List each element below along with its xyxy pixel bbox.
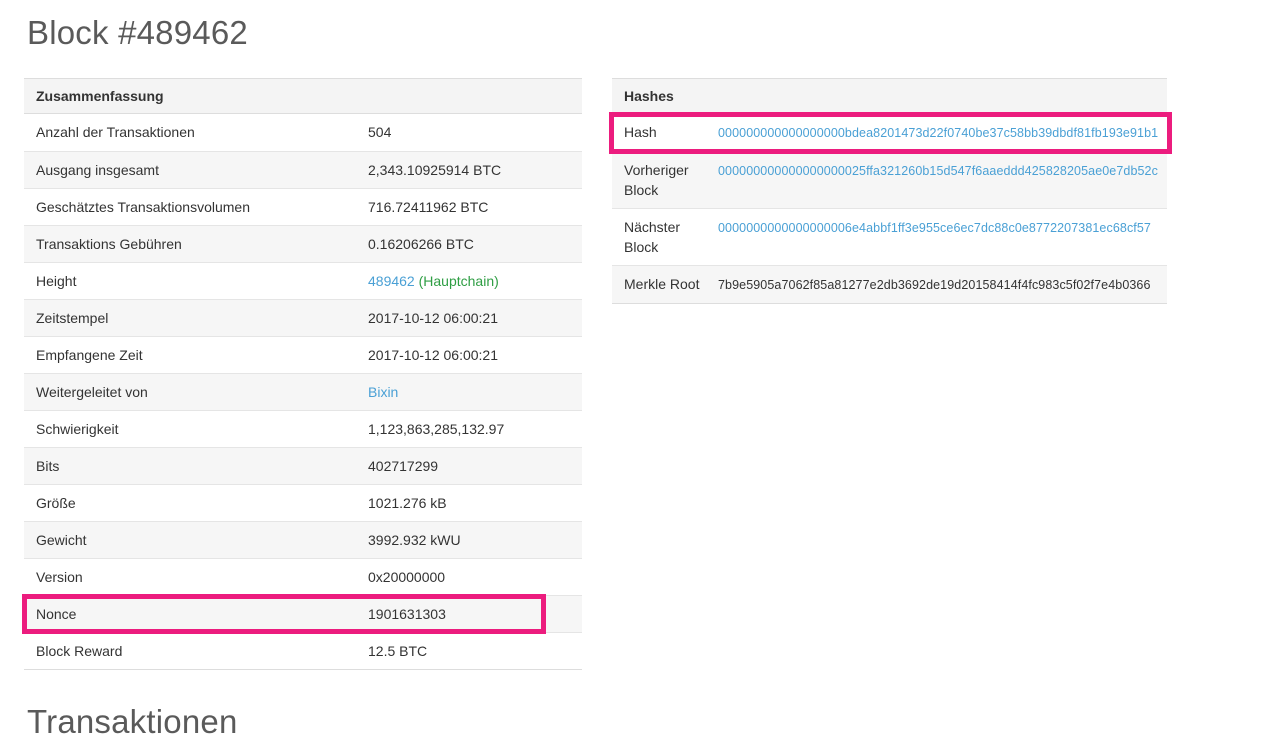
gr-e-value: 1021.276 kB	[368, 495, 447, 511]
row-value-cell: 402717299	[368, 456, 582, 476]
row-merkle-root: Merkle Root 7b9e5905a7062f85a81277e2db36…	[612, 265, 1167, 303]
row-anzahl-der-transaktionen: Anzahl der Transaktionen 504	[24, 114, 582, 151]
row-label: Hash	[624, 124, 657, 140]
summary-panel: Zusammenfassung Anzahl der Transaktionen…	[22, 78, 582, 670]
n-chster-block-link[interactable]: 0000000000000000006e4abbf1ff3e955ce6ec7d…	[718, 221, 1151, 235]
row-label: Vorheriger Block	[624, 162, 689, 198]
row-value-cell: 1901631303	[368, 604, 582, 624]
version-value: 0x20000000	[368, 569, 446, 585]
row-label: Transaktions Gebühren	[36, 236, 182, 252]
weitergeleitet-von-link[interactable]: Bixin	[368, 384, 398, 400]
row-weitergeleitet-von: Weitergeleitet von Bixin	[24, 373, 582, 410]
row-schwierigkeit: Schwierigkeit 1,123,863,285,132.97	[24, 410, 582, 447]
empfangene-zeit-value: 2017-10-12 06:00:21	[368, 347, 498, 363]
vorheriger-block-link[interactable]: 000000000000000000025ffa321260b15d547f6a…	[718, 164, 1158, 178]
row-nonce: Nonce 1901631303	[22, 594, 582, 634]
row-value-cell: 000000000000000000025ffa321260b15d547f6a…	[718, 160, 1167, 200]
merkle-root-value: 7b9e5905a7062f85a81277e2db3692de19d20158…	[718, 278, 1151, 292]
bits-value: 402717299	[368, 458, 439, 474]
gewicht-value: 3992.932 kWU	[368, 532, 461, 548]
row-gesch-tztes-transaktionsvolumen: Geschätztes Transaktionsvolumen 716.7241…	[24, 188, 582, 225]
row-label: Bits	[36, 458, 60, 474]
row-gewicht: Gewicht 3992.932 kWU	[24, 521, 582, 558]
row-height: Height 489462 (Hauptchain)	[24, 262, 582, 299]
hashes-table: Hash 000000000000000000bdea8201473d22f07…	[609, 112, 1172, 304]
row-value-cell: 000000000000000000bdea8201473d22f0740be3…	[718, 122, 1167, 143]
row-bits: Bits 402717299	[24, 447, 582, 484]
row-block-reward: Block Reward 12.5 BTC	[24, 632, 582, 669]
row-label: Nächster Block	[624, 219, 681, 255]
height-link[interactable]: 489462	[368, 273, 415, 289]
hashes-panel: Hashes Hash 000000000000000000bdea820147…	[609, 78, 1172, 304]
row-n-chster-block: Nächster Block 0000000000000000006e4abbf…	[612, 208, 1167, 265]
row-gr-e: Größe 1021.276 kB	[24, 484, 582, 521]
row-value-cell: 716.72411962 BTC	[368, 197, 582, 217]
row-label: Gewicht	[36, 532, 87, 548]
row-value-cell: 2,343.10925914 BTC	[368, 160, 582, 180]
nonce-value: 1901631303	[368, 606, 446, 622]
row-value-cell: 12.5 BTC	[368, 641, 582, 661]
zeitstempel-value: 2017-10-12 06:00:21	[368, 310, 498, 326]
row-hash: Hash 000000000000000000bdea8201473d22f07…	[609, 112, 1172, 154]
row-value-cell: 1,123,863,285,132.97	[368, 419, 582, 439]
hash-link[interactable]: 000000000000000000bdea8201473d22f0740be3…	[718, 126, 1158, 140]
row-label: Größe	[36, 495, 76, 511]
schwierigkeit-value: 1,123,863,285,132.97	[368, 421, 505, 437]
row-label: Height	[36, 273, 77, 289]
row-label: Schwierigkeit	[36, 421, 119, 437]
transactions-heading: Transaktionen	[27, 703, 238, 740]
row-value-cell: 504	[368, 122, 582, 143]
row-empfangene-zeit: Empfangene Zeit 2017-10-12 06:00:21	[24, 336, 582, 373]
row-label: Nonce	[36, 606, 77, 622]
row-value-cell: 0.16206266 BTC	[368, 234, 582, 254]
summary-heading: Zusammenfassung	[24, 78, 582, 114]
row-value-cell: 2017-10-12 06:00:21	[368, 308, 582, 328]
hauptchain-label: (Hauptchain)	[418, 273, 499, 289]
row-value-cell: 489462 (Hauptchain)	[368, 271, 582, 291]
ausgang-insgesamt-value: 2,343.10925914 BTC	[368, 162, 502, 178]
row-label: Empfangene Zeit	[36, 347, 143, 363]
row-value-cell: 1021.276 kB	[368, 493, 582, 513]
summary-table: Anzahl der Transaktionen 504 Ausgang ins…	[22, 114, 582, 670]
row-transaktions-geb-hren: Transaktions Gebühren 0.16206266 BTC	[24, 225, 582, 262]
row-ausgang-insgesamt: Ausgang insgesamt 2,343.10925914 BTC	[24, 151, 582, 188]
row-value-cell: 0x20000000	[368, 567, 582, 587]
row-label: Block Reward	[36, 643, 123, 659]
row-label: Geschätztes Transaktionsvolumen	[36, 199, 250, 215]
row-zeitstempel: Zeitstempel 2017-10-12 06:00:21	[24, 299, 582, 336]
row-value-cell: 7b9e5905a7062f85a81277e2db3692de19d20158…	[718, 274, 1167, 295]
row-label: Ausgang insgesamt	[36, 162, 159, 178]
row-label: Zeitstempel	[36, 310, 109, 326]
row-label: Weitergeleitet von	[36, 384, 148, 400]
row-value-cell: 3992.932 kWU	[368, 530, 582, 550]
anzahl-der-transaktionen-value: 504	[368, 124, 392, 140]
row-label: Merkle Root	[624, 276, 700, 292]
row-version: Version 0x20000000	[24, 558, 582, 595]
gesch-tztes-transaktionsvolumen-value: 716.72411962 BTC	[368, 199, 489, 215]
row-label: Version	[36, 569, 83, 585]
row-value-cell: 0000000000000000006e4abbf1ff3e955ce6ec7d…	[718, 217, 1167, 257]
row-label: Anzahl der Transaktionen	[36, 124, 195, 140]
row-value-cell: Bixin	[368, 382, 582, 402]
row-vorheriger-block: Vorheriger Block 000000000000000000025ff…	[612, 151, 1167, 208]
block-reward-value: 12.5 BTC	[368, 643, 428, 659]
transaktions-geb-hren-value: 0.16206266 BTC	[368, 236, 474, 252]
page-title: Block #489462	[27, 14, 248, 51]
row-value-cell: 2017-10-12 06:00:21	[368, 345, 582, 365]
hashes-heading: Hashes	[612, 78, 1167, 114]
